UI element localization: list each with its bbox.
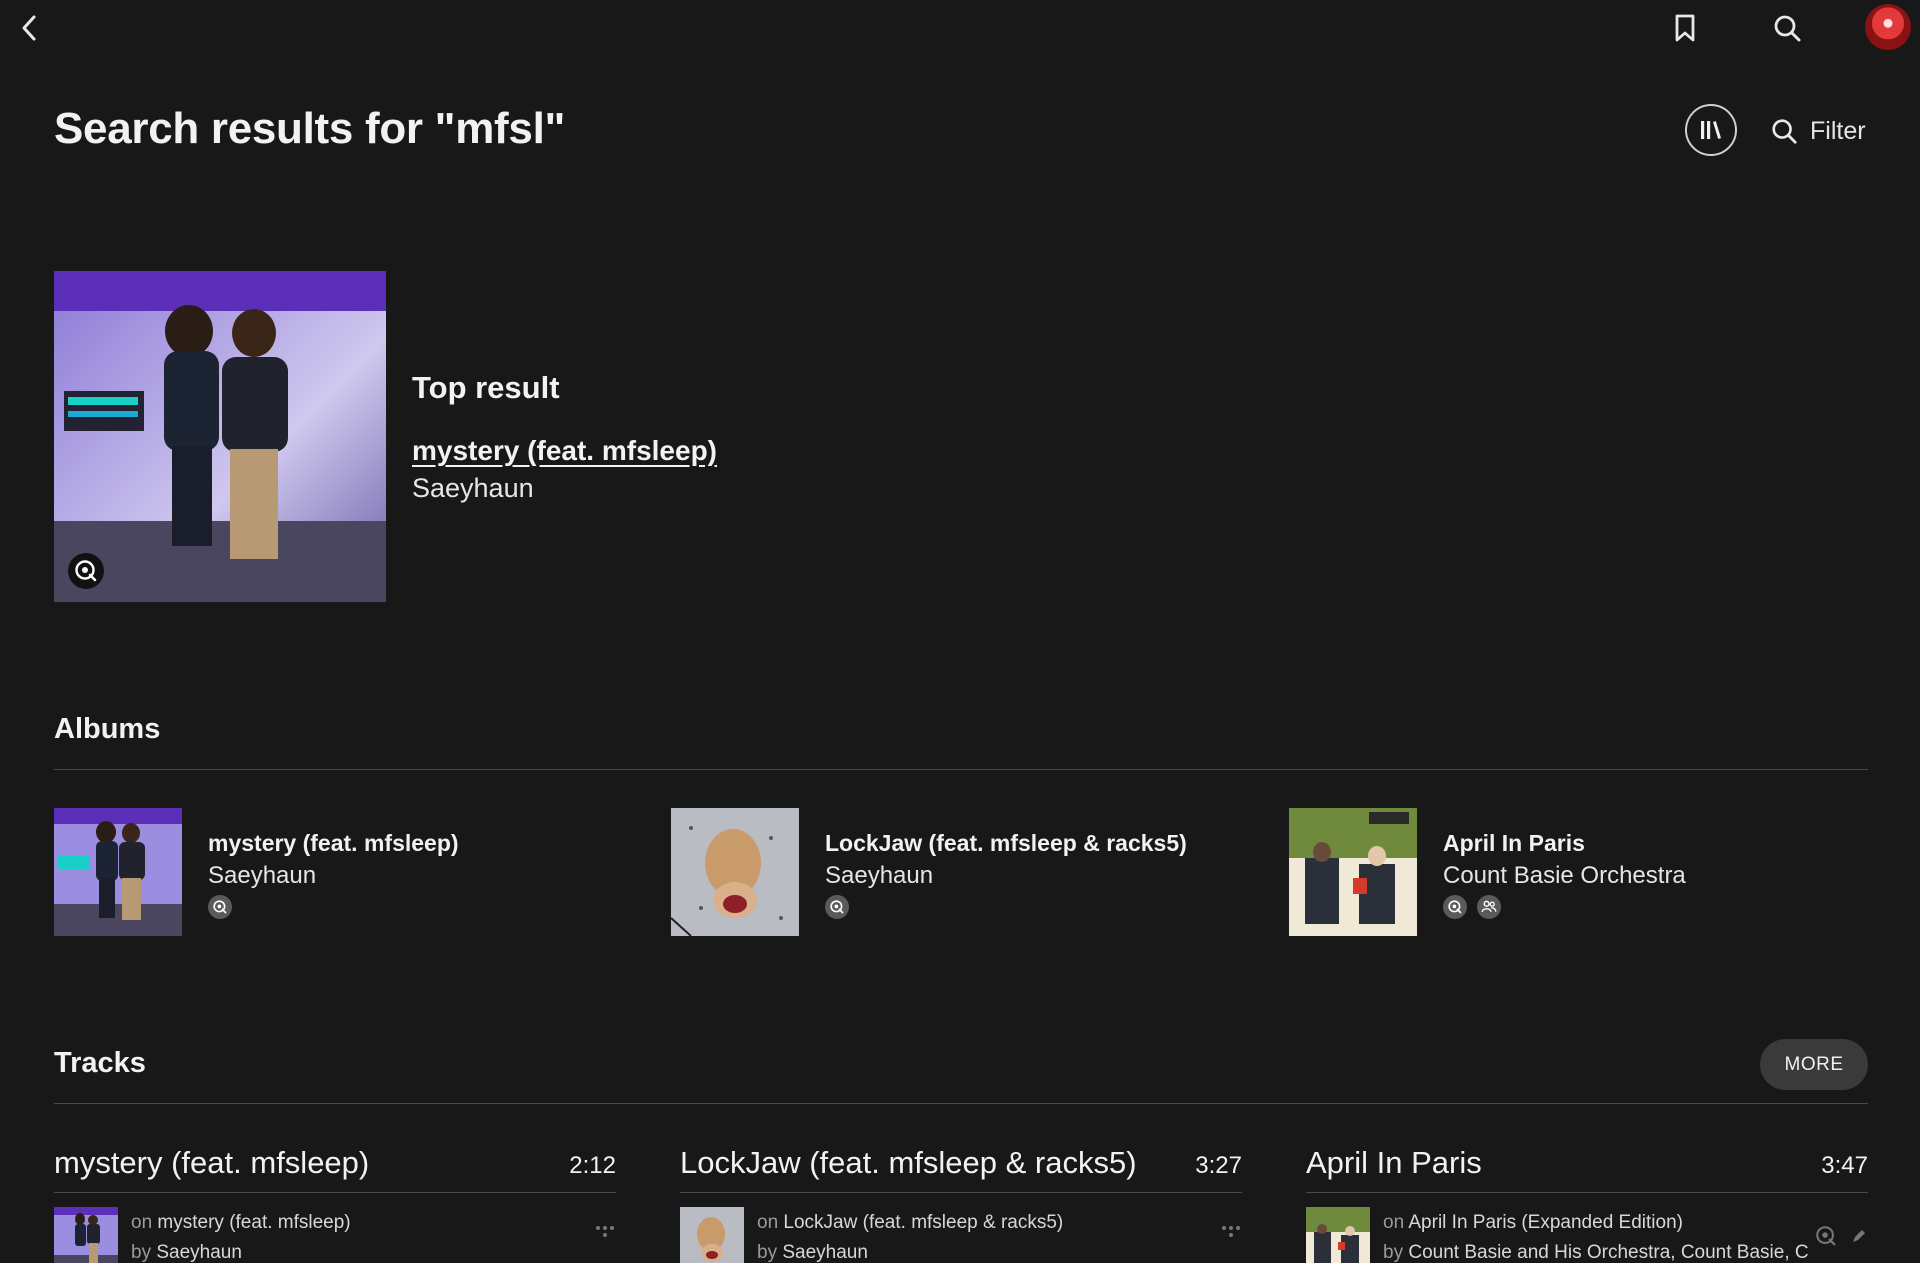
artwork-photo (54, 271, 386, 602)
track-divider (1306, 1192, 1868, 1193)
track-divider (54, 1192, 616, 1193)
hires-quality-icon (1443, 895, 1467, 919)
track-artist-link[interactable]: Saeyhaun (156, 1242, 242, 1263)
album-artist[interactable]: Saeyhaun (825, 862, 933, 890)
album-card[interactable]: mystery (feat. mfsleep) Saeyhaun (54, 808, 614, 938)
album-title[interactable]: LockJaw (feat. mfsleep & racks5) (825, 830, 1187, 857)
library-button[interactable] (1685, 104, 1737, 156)
track-album-link[interactable]: April In Paris (Expanded Edition) (1408, 1212, 1683, 1233)
album-artwork (54, 808, 182, 936)
track-by-prefix: by (131, 1242, 152, 1263)
album-title[interactable]: mystery (feat. mfsleep) (208, 830, 459, 857)
track-artist-link[interactable]: Saeyhaun (782, 1242, 868, 1263)
track-duration: 2:12 (569, 1152, 616, 1179)
album-artwork (1289, 808, 1417, 936)
track-on-prefix: on (757, 1212, 779, 1233)
track-on-prefix: on (1383, 1212, 1405, 1233)
filter-button[interactable]: Filter (1770, 110, 1866, 152)
track-divider (680, 1192, 1242, 1193)
albums-heading: Albums (54, 713, 161, 745)
hires-quality-icon (208, 895, 232, 919)
back-button[interactable] (14, 10, 44, 46)
albums-divider (54, 769, 1868, 770)
track-duration: 3:47 (1821, 1152, 1868, 1179)
track-on-prefix: on (131, 1212, 153, 1233)
track-title[interactable]: mystery (feat. mfsleep) (54, 1145, 369, 1181)
search-button[interactable] (1769, 10, 1805, 46)
album-artist[interactable]: Count Basie Orchestra (1443, 862, 1686, 890)
filter-label: Filter (1810, 116, 1866, 145)
tracks-divider (54, 1103, 1868, 1104)
track-artist-link[interactable]: Count Basie and His Orchestra, Count Bas… (1408, 1242, 1808, 1263)
track-album-link[interactable]: mystery (feat. mfsleep) (157, 1212, 350, 1233)
track-artwork (54, 1207, 118, 1263)
pen-icon (1853, 1230, 1865, 1242)
album-title[interactable]: April In Paris (1443, 830, 1585, 857)
hires-quality-icon (75, 560, 97, 582)
track-by-prefix: by (1383, 1242, 1404, 1263)
top-result-artwork[interactable] (54, 271, 386, 602)
page-title: Search results for "mfsl" (54, 104, 566, 153)
top-result-artist-link[interactable]: Saeyhaun (412, 473, 534, 504)
track-title[interactable]: April In Paris (1306, 1145, 1482, 1181)
track-card[interactable]: mystery (feat. mfsleep) 2:12 on mystery … (54, 1140, 616, 1263)
track-card[interactable]: April In Paris 3:47 on April In Paris (E… (1306, 1140, 1868, 1263)
user-avatar[interactable] (1865, 4, 1911, 50)
hires-quality-icon (1816, 1226, 1836, 1246)
library-icon (1701, 121, 1721, 139)
more-tracks-button[interactable]: MORE (1760, 1039, 1868, 1090)
top-result-quality-badge (68, 553, 104, 589)
album-artwork (671, 808, 799, 936)
search-icon (1774, 15, 1801, 42)
track-by-prefix: by (757, 1242, 778, 1263)
more-options-icon[interactable] (1220, 1224, 1242, 1240)
search-icon (1772, 119, 1797, 144)
bookmark-button[interactable] (1668, 10, 1702, 46)
track-card[interactable]: LockJaw (feat. mfsleep & racks5) 3:27 on… (680, 1140, 1242, 1263)
track-duration: 3:27 (1195, 1152, 1242, 1179)
top-result-label: Top result (412, 370, 560, 405)
album-artist[interactable]: Saeyhaun (208, 862, 316, 890)
track-artwork (1306, 1207, 1370, 1263)
track-artwork (680, 1207, 744, 1263)
hires-quality-icon (825, 895, 849, 919)
track-title[interactable]: LockJaw (feat. mfsleep & racks5) (680, 1145, 1137, 1181)
track-album-link[interactable]: LockJaw (feat. mfsleep & racks5) (783, 1212, 1063, 1233)
album-card[interactable]: LockJaw (feat. mfsleep & racks5) Saeyhau… (671, 808, 1231, 938)
more-options-icon[interactable] (594, 1224, 616, 1240)
bookmark-icon (1675, 14, 1695, 42)
tracks-heading: Tracks (54, 1047, 146, 1079)
album-card[interactable]: April In Paris Count Basie Orchestra (1289, 808, 1849, 938)
top-result-title-link[interactable]: mystery (feat. mfsleep) (412, 435, 717, 467)
chevron-left-icon (22, 15, 36, 41)
users-icon (1477, 895, 1501, 919)
